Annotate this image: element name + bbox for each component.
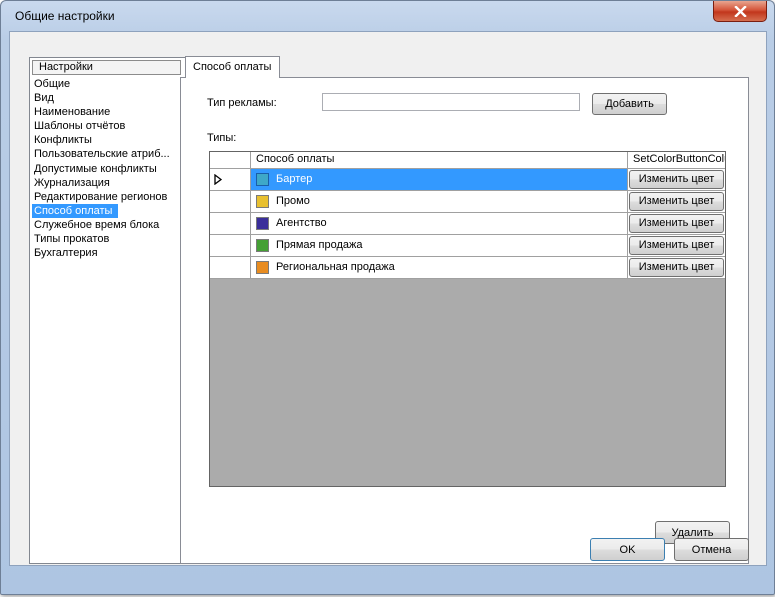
settings-list-item[interactable]: Общие	[32, 77, 176, 91]
grid-header-color-button[interactable]: SetColorButtonColu	[628, 152, 725, 169]
color-swatch	[256, 195, 269, 208]
ad-type-label: Тип рекламы:	[207, 97, 277, 109]
cancel-button[interactable]: Отмена	[674, 538, 749, 561]
change-color-button[interactable]: Изменить цвет	[629, 170, 724, 189]
payment-method-cell[interactable]: Промо	[251, 191, 628, 213]
settings-list[interactable]: Настройки Общие Вид Наименование Шаблоны от…	[29, 57, 186, 564]
settings-list-item[interactable]: Редактирование регионов	[32, 190, 176, 204]
change-color-button[interactable]: Изменить цвет	[629, 258, 724, 277]
payment-method-name: Бартер	[276, 173, 313, 185]
settings-list-item[interactable]: Конфликты	[32, 133, 176, 147]
table-row[interactable]: Бартер Изменить цвет	[210, 169, 725, 191]
settings-list-item[interactable]: Способ оплаты	[32, 203, 118, 218]
color-button-cell: Изменить цвет	[628, 213, 725, 235]
grid-header-rowheader	[210, 152, 251, 169]
settings-list-item[interactable]: Служебное время блока	[32, 218, 176, 232]
settings-list-item[interactable]: Бухгалтерия	[32, 246, 176, 260]
color-swatch	[256, 239, 269, 252]
settings-list-item[interactable]: Вид	[32, 91, 176, 105]
close-icon	[734, 6, 747, 17]
settings-dialog: Общие настройки Настройки Общие Вид Наимен…	[0, 0, 775, 595]
grid-header-payment-method[interactable]: Способ оплаты	[251, 152, 628, 169]
payment-method-cell[interactable]: Прямая продажа	[251, 235, 628, 257]
dialog-client-area: Настройки Общие Вид Наименование Шаблоны от…	[9, 31, 767, 566]
payment-method-name: Прямая продажа	[276, 239, 363, 251]
color-swatch	[256, 173, 269, 186]
settings-list-item[interactable]: Допустимые конфликты	[32, 162, 176, 176]
settings-list-item[interactable]: Пользовательские атриб...	[32, 147, 176, 161]
payment-types-grid[interactable]: Способ оплаты SetColorButtonColu Бартер И…	[209, 151, 726, 487]
table-row[interactable]: Агентство Изменить цвет	[210, 213, 725, 235]
payment-method-cell[interactable]: Агентство	[251, 213, 628, 235]
color-swatch	[256, 217, 269, 230]
row-header[interactable]	[210, 235, 251, 257]
color-button-cell: Изменить цвет	[628, 235, 725, 257]
settings-list-item[interactable]: Наименование	[32, 105, 176, 119]
close-button[interactable]	[713, 1, 767, 22]
table-row[interactable]: Прямая продажа Изменить цвет	[210, 235, 725, 257]
payment-method-name: Региональная продажа	[276, 261, 395, 273]
table-row[interactable]: Региональная продажа Изменить цвет	[210, 257, 725, 279]
payment-method-cell[interactable]: Региональная продажа	[251, 257, 628, 279]
table-row[interactable]: Промо Изменить цвет	[210, 191, 725, 213]
color-button-cell: Изменить цвет	[628, 191, 725, 213]
settings-list-item[interactable]: Журнализация	[32, 176, 176, 190]
window-title: Общие настройки	[15, 9, 115, 23]
payment-method-cell[interactable]: Бартер	[251, 169, 628, 191]
tab-page-payment-method: Тип рекламы: Добавить Типы: Способ оплат…	[180, 77, 749, 564]
settings-list-items: Общие Вид Наименование Шаблоны отчётов Конфл…	[32, 77, 182, 260]
payment-method-name: Агентство	[276, 217, 327, 229]
row-header[interactable]	[210, 169, 251, 191]
row-pointer-icon	[214, 174, 222, 185]
types-label: Типы:	[207, 132, 237, 144]
settings-list-item[interactable]: Типы прокатов	[32, 232, 176, 246]
change-color-button[interactable]: Изменить цвет	[629, 214, 724, 233]
row-header[interactable]	[210, 257, 251, 279]
row-header[interactable]	[210, 213, 251, 235]
color-button-cell: Изменить цвет	[628, 169, 725, 191]
ad-type-input[interactable]	[322, 93, 580, 111]
title-bar[interactable]: Общие настройки	[1, 1, 774, 31]
tab-payment-method[interactable]: Способ оплаты	[185, 56, 280, 78]
settings-list-item[interactable]: Шаблоны отчётов	[32, 119, 176, 133]
row-header[interactable]	[210, 191, 251, 213]
ok-button[interactable]: OK	[590, 538, 665, 561]
change-color-button[interactable]: Изменить цвет	[629, 192, 724, 211]
grid-header: Способ оплаты SetColorButtonColu	[210, 152, 725, 169]
settings-list-header: Настройки	[32, 60, 181, 75]
color-swatch	[256, 261, 269, 274]
payment-method-name: Промо	[276, 195, 310, 207]
add-button[interactable]: Добавить	[592, 93, 667, 115]
change-color-button[interactable]: Изменить цвет	[629, 236, 724, 255]
color-button-cell: Изменить цвет	[628, 257, 725, 279]
